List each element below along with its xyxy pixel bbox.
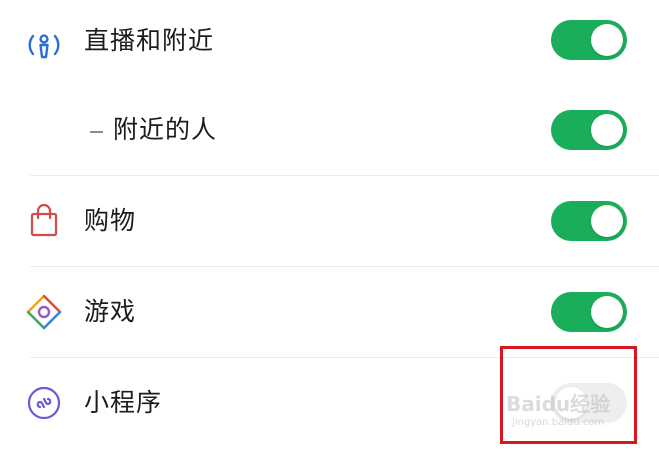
toggle-knob — [591, 24, 623, 56]
toggle-knob — [591, 296, 623, 328]
setting-label-games: 游戏 — [84, 297, 137, 326]
toggle-knob — [591, 205, 623, 237]
watermark-url: jingyan.baidu.com — [512, 417, 605, 428]
people-nearby-toggle[interactable] — [551, 110, 627, 150]
watermark-brand: Baidu经验 — [506, 392, 611, 416]
setting-label-mini-programs: 小程序 — [84, 388, 163, 417]
discover-settings-panel: 直播和附近 附近的人 购物 游戏 小程序 Baidu经验 jingyan.bai… — [0, 0, 659, 450]
setting-label-people-nearby: 附近的人 — [113, 115, 218, 144]
setting-label-shopping: 购物 — [84, 206, 137, 235]
setting-row-shopping[interactable]: 购物 — [0, 176, 659, 266]
mini-program-icon — [24, 383, 64, 423]
live-nearby-icon — [24, 25, 64, 65]
toggle-knob — [591, 114, 623, 146]
setting-label-live-nearby: 直播和附近 — [84, 26, 215, 55]
game-icon — [24, 292, 64, 332]
setting-row-live-nearby[interactable]: 直播和附近 — [0, 0, 659, 90]
games-toggle[interactable] — [551, 292, 627, 332]
sub-item-dash — [90, 131, 103, 133]
shopping-toggle[interactable] — [551, 201, 627, 241]
setting-row-people-nearby[interactable]: 附近的人 — [0, 85, 659, 175]
shopping-bag-icon — [24, 201, 64, 241]
setting-row-games[interactable]: 游戏 — [0, 267, 659, 357]
live-nearby-toggle[interactable] — [551, 20, 627, 60]
